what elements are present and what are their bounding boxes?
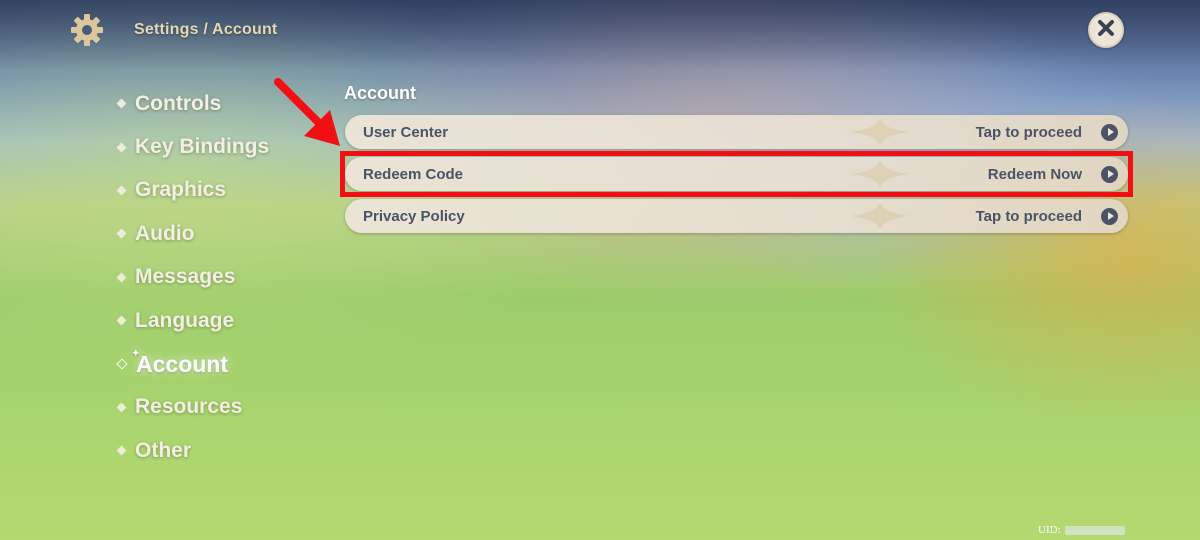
uid-label: UID: <box>1038 524 1061 536</box>
close-icon <box>1096 18 1116 43</box>
sidebar-item-account[interactable]: ✦ Account <box>116 342 269 385</box>
arrow-right-icon <box>1101 207 1118 225</box>
row-action: Tap to proceed <box>975 123 1082 141</box>
diamond-icon <box>116 142 127 153</box>
sidebar-item-label: Account <box>136 350 228 377</box>
sidebar-item-messages[interactable]: Messages <box>116 256 269 299</box>
section-title: Account <box>344 83 416 103</box>
gear-icon <box>70 13 104 47</box>
sidebar-item-graphics[interactable]: Graphics <box>116 169 269 212</box>
close-button[interactable] <box>1088 12 1124 48</box>
star-ornament-icon <box>850 202 910 235</box>
diamond-icon <box>116 358 128 370</box>
uid-mask <box>1064 525 1125 535</box>
sidebar-item-other[interactable]: Other <box>116 429 269 472</box>
diamond-icon <box>116 185 127 196</box>
sidebar-item-label: Controls <box>135 91 222 115</box>
sparkle-icon: ✦ <box>132 348 140 359</box>
sidebar-item-label: Audio <box>135 221 195 245</box>
highlight-box <box>340 151 1133 197</box>
privacy-policy-row[interactable]: Privacy Policy Tap to proceed <box>345 199 1128 233</box>
breadcrumb: Settings / Account <box>134 21 278 38</box>
arrow-right-icon <box>1101 123 1118 141</box>
sidebar-item-key-bindings[interactable]: Key Bindings <box>116 125 270 168</box>
row-label: Privacy Policy <box>363 207 465 225</box>
diamond-icon <box>116 272 127 283</box>
star-ornament-icon <box>850 118 910 151</box>
pointer-arrow-icon <box>274 78 340 146</box>
row-action: Tap to proceed <box>975 207 1082 225</box>
sidebar-item-resources[interactable]: Resources <box>116 386 269 429</box>
diamond-icon <box>116 98 127 109</box>
user-center-row[interactable]: User Center Tap to proceed <box>345 115 1128 149</box>
settings-sidebar: Controls Key Bindings Graphics Audio Mes… <box>116 82 270 473</box>
sidebar-item-language[interactable]: Language <box>116 299 269 342</box>
diamond-icon <box>116 315 127 326</box>
diamond-icon <box>116 402 127 413</box>
diamond-icon <box>116 228 127 239</box>
sidebar-item-controls[interactable]: Controls <box>116 82 269 125</box>
uid-display: UID: <box>1038 524 1125 536</box>
sidebar-item-audio[interactable]: Audio <box>116 212 269 255</box>
row-label: User Center <box>363 123 449 141</box>
header: Settings / Account <box>70 12 277 48</box>
sidebar-item-label: Messages <box>135 265 236 289</box>
sidebar-item-label: Graphics <box>135 178 227 202</box>
sidebar-item-label: Key Bindings <box>135 135 270 159</box>
sidebar-item-label: Resources <box>135 395 243 419</box>
diamond-icon <box>116 445 127 456</box>
sidebar-item-label: Other <box>135 438 192 462</box>
sidebar-item-label: Language <box>135 308 235 332</box>
